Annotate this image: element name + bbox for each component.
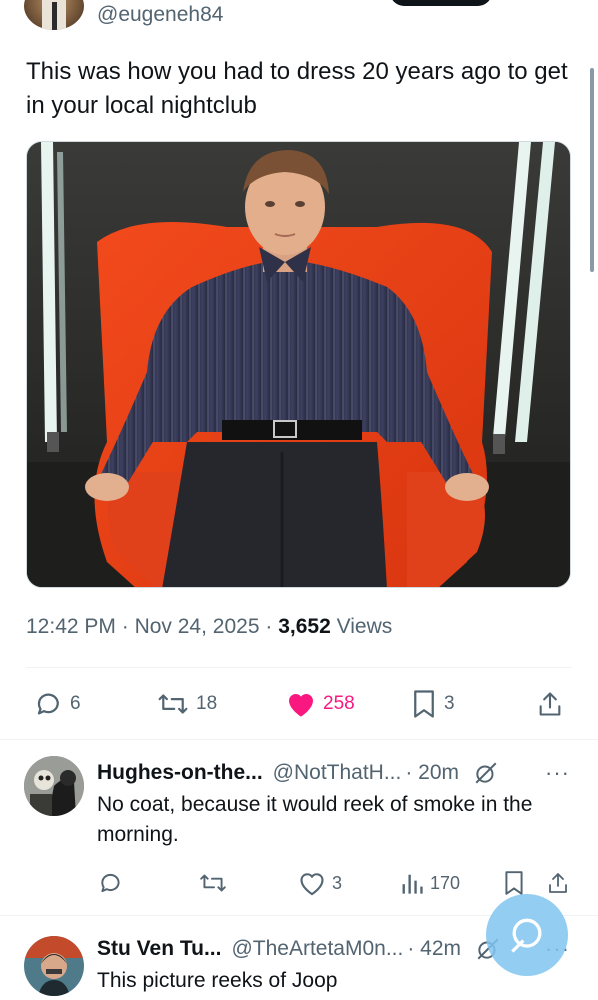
reply-text: This picture reeks of Joop <box>97 969 338 992</box>
like-count: 3 <box>332 872 343 893</box>
tweet-meta: 12:42 PM · Nov 24, 2025 · 3,652 Views <box>26 615 392 639</box>
reply-text: No coat, because it would reek of smoke … <box>97 793 533 846</box>
share-icon <box>539 692 561 716</box>
photo-illustration <box>27 142 570 587</box>
reply-author-name[interactable]: Hughes-on-the... <box>97 761 263 785</box>
more-icon[interactable]: ··· <box>545 760 570 786</box>
reply-button[interactable]: 6 <box>34 686 81 722</box>
reply-item[interactable]: Hughes-on-the... @NotThatH... · 20m ··· … <box>0 740 598 915</box>
reply-icon <box>101 873 120 893</box>
views-count: 170 <box>430 872 461 893</box>
reply-author-name[interactable]: Stu Ven Tu... <box>97 937 221 961</box>
grok-floating-button[interactable] <box>486 894 568 976</box>
tweet-author-header: @eugeneh84 ⌃ <box>0 0 598 40</box>
author-avatar[interactable] <box>24 0 84 30</box>
divider <box>26 667 572 668</box>
like-button[interactable]: 3 <box>298 868 342 898</box>
repost-button[interactable] <box>198 868 228 898</box>
bookmark-icon <box>414 690 434 718</box>
tweet-text: This was how you had to dress 20 years a… <box>26 58 568 119</box>
meta-separator: · <box>265 615 273 638</box>
reply-button[interactable] <box>98 868 124 898</box>
reply-avatar-image <box>24 756 84 816</box>
reply-icon <box>37 693 59 715</box>
reply-avatar[interactable] <box>24 756 84 816</box>
tweet-actions: 6 18 258 3 <box>0 686 598 722</box>
grok-icon[interactable] <box>473 760 499 786</box>
reply-time[interactable]: · 42m <box>407 937 461 961</box>
views-button[interactable]: 170 <box>400 868 460 898</box>
tweet-time: 12:42 PM <box>26 615 116 638</box>
reply-header: Hughes-on-the... @NotThatH... · 20m <box>97 760 499 786</box>
views-icon <box>402 874 423 894</box>
like-button[interactable]: 258 <box>285 686 355 722</box>
views-label: Views <box>336 615 393 638</box>
views-count: 3,652 <box>278 615 331 638</box>
reply-actions: 3 170 <box>0 868 598 898</box>
more-icon[interactable]: ⌃ <box>506 0 516 8</box>
bookmark-button[interactable]: 3 <box>410 686 455 722</box>
share-button[interactable] <box>536 686 564 722</box>
share-icon <box>549 873 567 893</box>
repost-button[interactable]: 18 <box>156 686 217 722</box>
heart-icon <box>300 873 324 896</box>
author-handle[interactable]: @eugeneh84 <box>97 3 223 27</box>
reply-avatar[interactable] <box>24 936 84 996</box>
bookmark-count: 3 <box>444 693 455 714</box>
repost-icon <box>158 694 188 714</box>
reply-time[interactable]: · 20m <box>405 761 459 785</box>
tweet-date: Nov 24, 2025 <box>134 615 260 638</box>
reply-author-handle[interactable]: @TheArtetaM0n... <box>231 937 403 961</box>
scrollbar[interactable] <box>590 68 594 272</box>
reply-header: Stu Ven Tu... @TheArtetaM0n... · 42m <box>97 936 501 962</box>
share-button[interactable] <box>546 868 570 898</box>
reply-avatar-image <box>24 936 84 996</box>
grok-icon <box>511 918 542 953</box>
repost-count: 18 <box>196 693 218 714</box>
reply-author-handle[interactable]: @NotThatH... <box>273 761 402 785</box>
meta-separator: · <box>121 615 129 638</box>
reply-count: 6 <box>70 693 81 714</box>
bookmark-icon <box>505 871 523 895</box>
like-count: 258 <box>323 693 355 714</box>
repost-icon <box>200 874 226 892</box>
tweet-photo[interactable] <box>26 141 571 588</box>
heart-icon <box>289 694 313 717</box>
follow-button[interactable] <box>390 0 492 6</box>
